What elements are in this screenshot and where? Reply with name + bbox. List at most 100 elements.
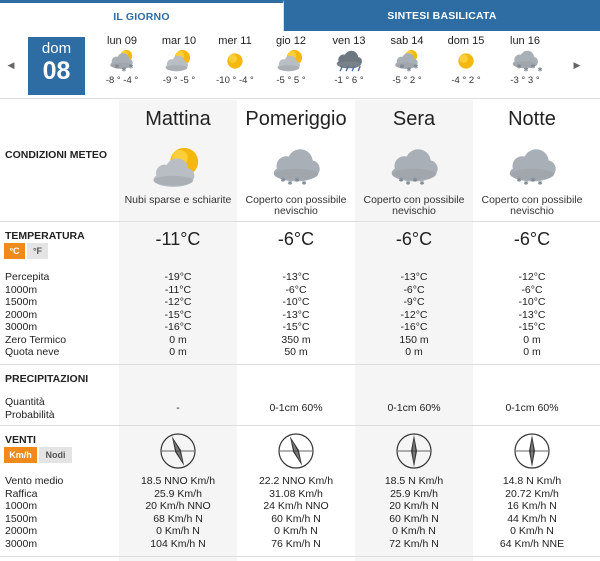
- weather-desc-line: nevischio: [274, 205, 318, 217]
- row-label: 1500m: [5, 296, 38, 308]
- wind-value: 25.9 Km/h: [154, 487, 202, 500]
- svg-text:✱: ✱: [517, 64, 522, 71]
- svg-text:✱: ✱: [413, 177, 418, 184]
- temp-value: -19°C: [164, 271, 192, 283]
- day-item[interactable]: mar 10 -9 ° -5 °: [150, 35, 208, 97]
- wind-compass-icon: [355, 431, 473, 471]
- divider: [0, 364, 600, 365]
- temp-value: -15°C: [518, 321, 546, 333]
- wind-value: 22.2 NNO Km/h: [258, 475, 334, 487]
- temp-value: 150 m: [399, 333, 429, 346]
- day-item[interactable]: lun 09 ✱ ✱ ✱ -8 ° -4 °: [93, 35, 151, 97]
- chevron-left-icon[interactable]: ◀: [4, 55, 18, 75]
- svg-text:✱: ✱: [295, 177, 300, 184]
- day-name: gio 12: [276, 35, 306, 47]
- svg-text:✱: ✱: [406, 67, 411, 73]
- period-temperature: -11°C: [155, 229, 201, 249]
- kmh-button[interactable]: Km/h: [4, 447, 37, 463]
- wind-value: 24 Km/h NNO: [263, 500, 329, 512]
- temp-value: -15°C: [164, 308, 192, 321]
- day-name: dom 15: [447, 35, 485, 47]
- divider: [0, 556, 600, 557]
- temp-value: -13°C: [400, 271, 428, 283]
- temperature-row-labels: Percepita 1000m 1500m 2000m 3000m Zero Termic…: [5, 271, 66, 359]
- precipitation-values: -: [119, 402, 237, 415]
- svg-text:✱: ✱: [524, 180, 529, 187]
- temp-value: -12°C: [518, 271, 546, 283]
- period-name: Notte: [508, 108, 556, 130]
- day-name: lun 16: [510, 35, 540, 47]
- rain-cloud-icon: [332, 49, 366, 73]
- temperature-values: -13°C -6°C -10°C -13°C -15°C 350 m 50 m: [237, 271, 355, 359]
- svg-text:✱: ✱: [399, 177, 404, 184]
- temp-value: -6°C: [285, 283, 307, 296]
- row-label: 1000m: [5, 500, 38, 512]
- chevron-right-icon[interactable]: ▶: [570, 55, 584, 75]
- day-temps: -1 ° 6 °: [334, 75, 364, 86]
- day-temps: -10 ° -4 °: [216, 75, 254, 86]
- temp-value: -15°C: [282, 321, 310, 333]
- temp-value: -13°C: [282, 271, 310, 283]
- svg-text:✱: ✱: [531, 64, 536, 71]
- row-label: 2000m: [5, 308, 38, 321]
- wind-value: 14.8 N Km/h: [502, 475, 562, 487]
- section-conditions: CONDIZIONI METEO: [5, 149, 108, 161]
- precip-probability: 60%: [419, 402, 441, 414]
- period-temperature: -6°C: [277, 229, 315, 249]
- wind-value: 68 Km/h N: [153, 512, 203, 525]
- period-name: Pomeriggio: [245, 108, 347, 130]
- temperature-values: -13°C -6°C -9°C -12°C -16°C 150 m0 m: [355, 271, 473, 359]
- wind-value: 76 Km/h N: [271, 537, 321, 550]
- precip-quantity: 0-1cm: [269, 402, 299, 414]
- precipitation-row-labels: Quantità Probabilità: [5, 396, 55, 421]
- day-item[interactable]: sab 14 ✱ ✱ ✱ -5 ° 2 °: [378, 35, 436, 97]
- selected-day[interactable]: dom 08: [28, 37, 85, 95]
- snow-cloud-sun-icon: ✱ ✱ ✱: [390, 49, 424, 74]
- row-label: Zero Termico: [5, 333, 67, 346]
- wind-value: 60 Km/h N: [389, 512, 439, 525]
- temp-value: 0 m: [523, 333, 541, 346]
- precip-summary: 0-1cm 60%: [473, 402, 591, 415]
- row-label: Raffica: [5, 487, 38, 500]
- svg-text:✱: ✱: [114, 64, 119, 71]
- wind-values: 18.5 NNO Km/h 25.9 Km/h 20 Km/h NNO 68 Km/h…: [119, 475, 237, 550]
- svg-text:✱: ✱: [406, 180, 411, 187]
- tab-sintesi-basilicata[interactable]: SINTESI BASILICATA: [284, 0, 600, 31]
- snow-cloud-icon: ✱ ✱ ✱ ✱: [473, 145, 591, 191]
- wind-unit-toggle: Km/h Nodi: [4, 447, 72, 463]
- day-temps: -8 ° -4 °: [105, 75, 139, 86]
- fahrenheit-button[interactable]: °F: [27, 243, 48, 259]
- temp-value: 0 m: [169, 346, 187, 358]
- day-item[interactable]: mer 11 -10 ° -4 °: [206, 35, 264, 97]
- wind-value: 0 Km/h N: [392, 525, 436, 537]
- wind-value: 18.5 N Km/h: [384, 475, 444, 487]
- wind-value: 0 Km/h N: [274, 525, 318, 537]
- svg-text:✱: ✱: [524, 67, 529, 73]
- tab-il-giorno[interactable]: IL GIORNO: [0, 0, 284, 31]
- day-item[interactable]: dom 15 -4 ° 2 °: [437, 35, 495, 97]
- weather-description: Coperto con possibile nevischio: [237, 195, 355, 217]
- precip-summary: -: [119, 402, 237, 415]
- temp-value: -16°C: [400, 321, 428, 333]
- temp-value: 50 m: [284, 346, 308, 358]
- temp-value: -10°C: [282, 296, 310, 308]
- day-item[interactable]: lun 16 ✱ ✱ ✱ ✱ -3 ° 3 °: [496, 35, 554, 97]
- precipitation-values: 0-1cm 60%: [473, 402, 591, 415]
- snow-cloud-sun-icon: ✱ ✱ ✱: [105, 49, 139, 74]
- day-name: lun 09: [107, 35, 137, 47]
- wind-value: 16 Km/h N: [507, 500, 557, 512]
- day-item[interactable]: gio 12 -5 ° 5 °: [262, 35, 320, 97]
- wind-value: 72 Km/h N: [389, 537, 439, 550]
- svg-text:✱: ✱: [281, 177, 286, 184]
- day-item[interactable]: ven 13 -1 ° 6 °: [320, 35, 378, 97]
- day-temps: -4 ° 2 °: [451, 75, 481, 86]
- temp-value: -12°C: [164, 296, 192, 308]
- celsius-button[interactable]: °C: [4, 243, 25, 259]
- temp-value: 0 m: [169, 333, 187, 346]
- knots-button[interactable]: Nodi: [39, 447, 72, 463]
- temp-value: -16°C: [164, 321, 192, 333]
- row-label: Probabilità: [5, 408, 55, 421]
- day-name: sab 14: [390, 35, 424, 47]
- temp-value: -6°C: [403, 283, 425, 296]
- day-temps: -9 ° -5 °: [162, 75, 196, 86]
